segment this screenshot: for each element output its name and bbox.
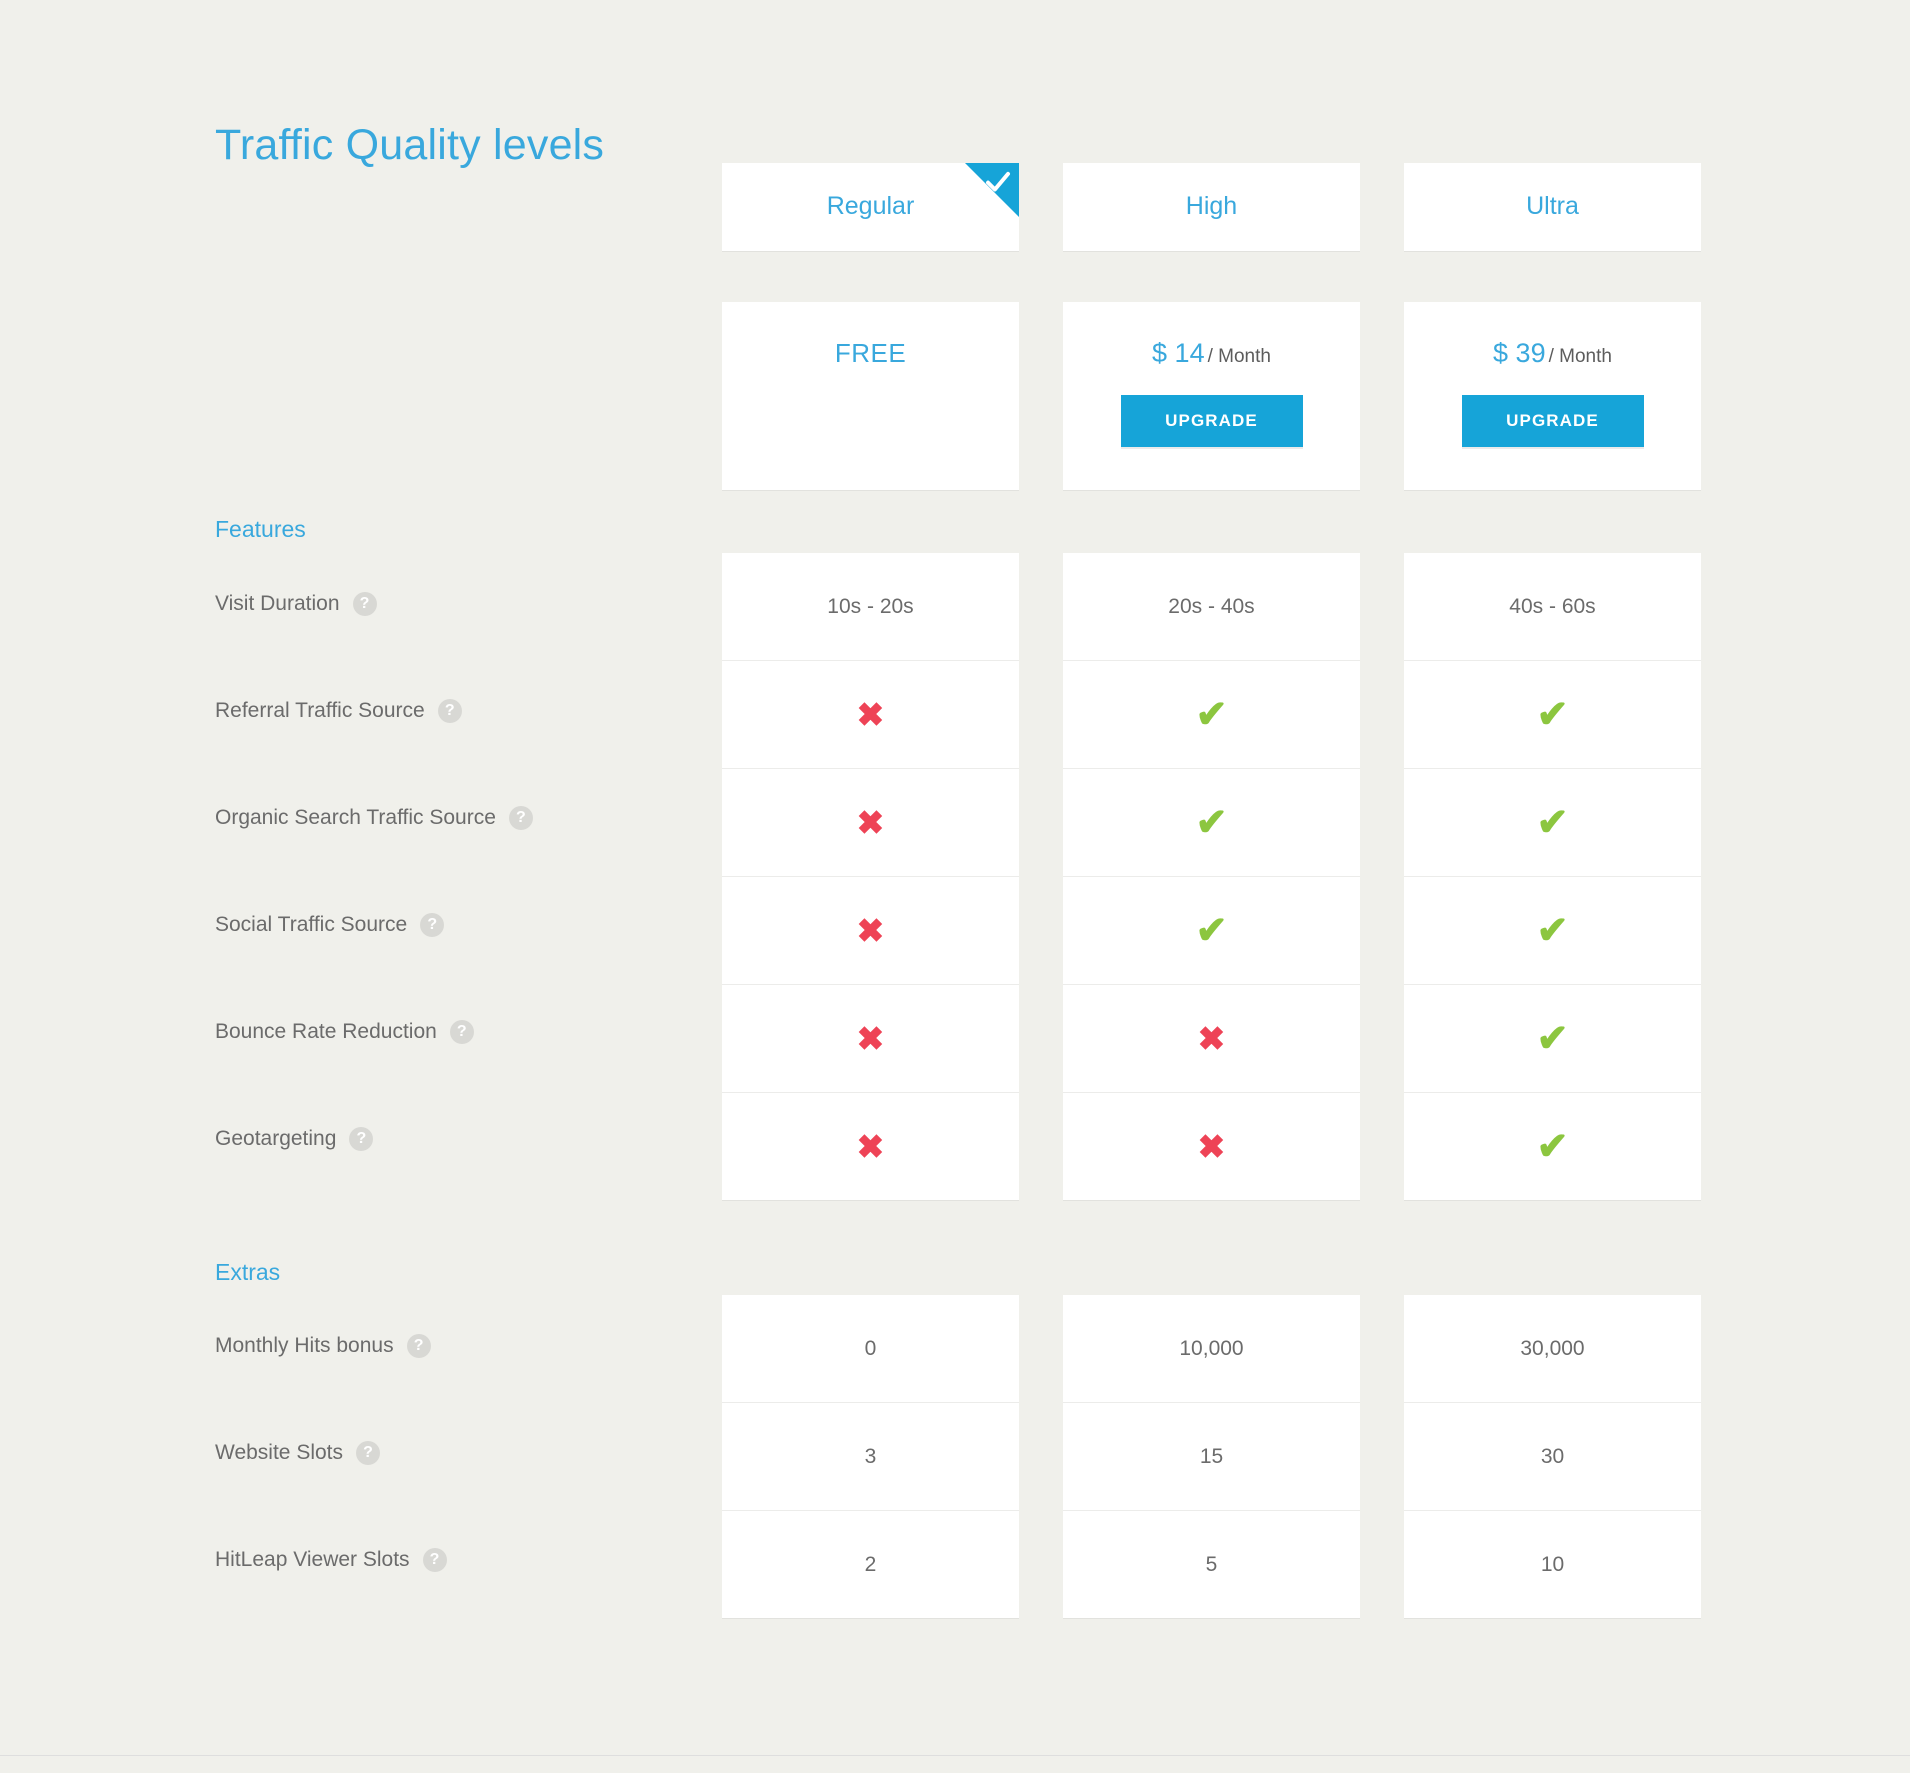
price-line: $ 39/ Month [1404,338,1701,369]
check-icon: ✔ [1195,801,1228,844]
feature-value-cell: 20s - 40s [1063,553,1360,661]
feature-value-cell: 40s - 60s [1404,553,1701,661]
feature-value-cell: 30,000 [1404,1295,1701,1403]
feature-row-label: Geotargeting? [215,1126,374,1151]
check-icon: ✔ [1536,909,1569,952]
price-card-high: $ 14/ Month UPGRADE [1063,302,1360,490]
feature-value-cell: 30 [1404,1403,1701,1511]
feature-value-cell: ✔ [1063,661,1360,769]
plan-tab-label: Ultra [1526,191,1579,220]
check-icon: ✔ [1195,909,1228,952]
section-heading-features: Features [215,516,306,542]
feature-value-cell: ✔ [1404,985,1701,1093]
check-icon: ✔ [1195,693,1228,736]
feature-row-label: Organic Search Traffic Source? [215,805,533,830]
check-icon: ✔ [1536,801,1569,844]
bottom-divider [0,1755,1910,1756]
question-mark-icon[interactable]: ? [356,1440,380,1465]
question-mark-icon[interactable]: ? [449,1019,474,1044]
feature-label-text: Website Slots [215,1440,343,1464]
feature-label-text: Bounce Rate Reduction [215,1019,437,1043]
feature-value-cell: ✖ [722,1093,1019,1200]
feature-row-label: Referral Traffic Source? [215,698,462,723]
feature-value-cell: ✖ [1063,985,1360,1093]
feature-label-text: Visit Duration [215,591,340,615]
plan-value-column: 20s - 40s ✔ ✔ ✔ ✖ ✖ [1063,553,1360,1200]
plan-value-column: 03 2 [722,1295,1019,1618]
cross-icon: ✖ [1197,1020,1226,1057]
section-heading-extras: Extras [215,1259,281,1285]
page-title: Traffic Quality levels [215,120,605,169]
price-card-ultra: $ 39/ Month UPGRADE [1404,302,1701,490]
feature-value-cell: 2 [864,1552,877,1576]
feature-label-text: Referral Traffic Source [215,698,425,722]
feature-row-label: Website Slots? [215,1440,380,1465]
question-mark-icon[interactable]: ? [352,591,377,616]
cross-icon: ✖ [856,804,885,841]
plan-tab-label: High [1185,191,1238,220]
feature-value-cell: ✖ [722,661,1019,769]
question-mark-icon[interactable]: ? [420,912,445,937]
feature-row-label: Visit Duration? [215,591,377,616]
feature-value-cell: ✖ [722,877,1019,985]
question-mark-icon[interactable]: ? [437,698,462,723]
feature-value-cell: ✔ [1404,661,1701,769]
pricing-comparison-page: Traffic Quality levels Regular High Ultr… [0,0,1910,1773]
feature-value-cell: ✔ [1404,1093,1701,1200]
plan-tab-high[interactable]: High [1063,163,1360,251]
plan-value-column: 10s - 20s ✖ ✖ ✖ ✖ ✖ [722,553,1019,1200]
feature-value-cell: ✔ [1404,877,1701,985]
feature-value-cell: 10s - 20s [722,553,1019,661]
feature-label-text: Monthly Hits bonus [215,1333,394,1357]
price-amount: $ 39 [1493,338,1546,368]
feature-value-cell: 10 [1540,1552,1565,1576]
feature-value-cell: 0 [722,1295,1019,1403]
price-line: $ 14/ Month [1063,338,1360,369]
selected-plan-ribbon [965,163,1019,217]
feature-label-text: Social Traffic Source [215,912,408,936]
plan-tab-regular[interactable]: Regular [722,163,1019,251]
feature-row-label: Social Traffic Source? [215,912,445,937]
feature-value-cell: ✔ [1404,769,1701,877]
price-line: FREE [722,338,1019,369]
question-mark-icon[interactable]: ? [349,1126,374,1151]
price-card-regular: FREE [722,302,1019,490]
upgrade-button-ultra[interactable]: UPGRADE [1461,395,1644,447]
price-free-label: FREE [834,338,907,368]
feature-value-cell: ✖ [722,985,1019,1093]
question-mark-icon[interactable]: ? [406,1333,431,1358]
feature-label-text: Geotargeting [215,1126,337,1150]
question-mark-icon[interactable]: ? [508,805,533,830]
cross-icon: ✖ [856,1128,885,1165]
check-icon: ✔ [1536,1017,1569,1060]
feature-value-cell: ✔ [1063,769,1360,877]
price-period: / Month [1548,346,1612,367]
feature-value-cell: ✔ [1063,877,1360,985]
cross-icon: ✖ [856,1020,885,1057]
feature-value-cell: 15 [1063,1403,1360,1511]
feature-row-label: Bounce Rate Reduction? [215,1019,474,1044]
cross-icon: ✖ [1197,1128,1226,1165]
plan-tab-ultra[interactable]: Ultra [1404,163,1701,251]
price-period: / Month [1207,346,1271,367]
feature-value-cell: ✖ [1063,1093,1360,1200]
price-amount: $ 14 [1152,338,1205,368]
plan-value-column: 30,000 30 10 [1404,1295,1701,1618]
feature-value-cell: 10,000 [1063,1295,1360,1403]
plan-value-column: 10,000 15 5 [1063,1295,1360,1618]
feature-label-text: Organic Search Traffic Source [215,805,496,829]
check-icon: ✔ [1536,1125,1569,1168]
question-mark-icon[interactable]: ? [422,1547,447,1572]
feature-row-label: HitLeap Viewer Slots? [215,1547,447,1572]
feature-label-text: HitLeap Viewer Slots [215,1547,410,1571]
feature-value-cell: 3 [722,1403,1019,1511]
feature-value-cell: 5 [1205,1552,1218,1576]
plan-value-column: 40s - 60s ✔ ✔ ✔ ✔ ✔ [1404,553,1701,1200]
upgrade-button-high[interactable]: UPGRADE [1120,395,1303,447]
check-icon: ✔ [1536,693,1569,736]
feature-value-cell: ✖ [722,769,1019,877]
feature-row-label: Monthly Hits bonus? [215,1333,431,1358]
cross-icon: ✖ [856,696,885,733]
cross-icon: ✖ [856,912,885,949]
